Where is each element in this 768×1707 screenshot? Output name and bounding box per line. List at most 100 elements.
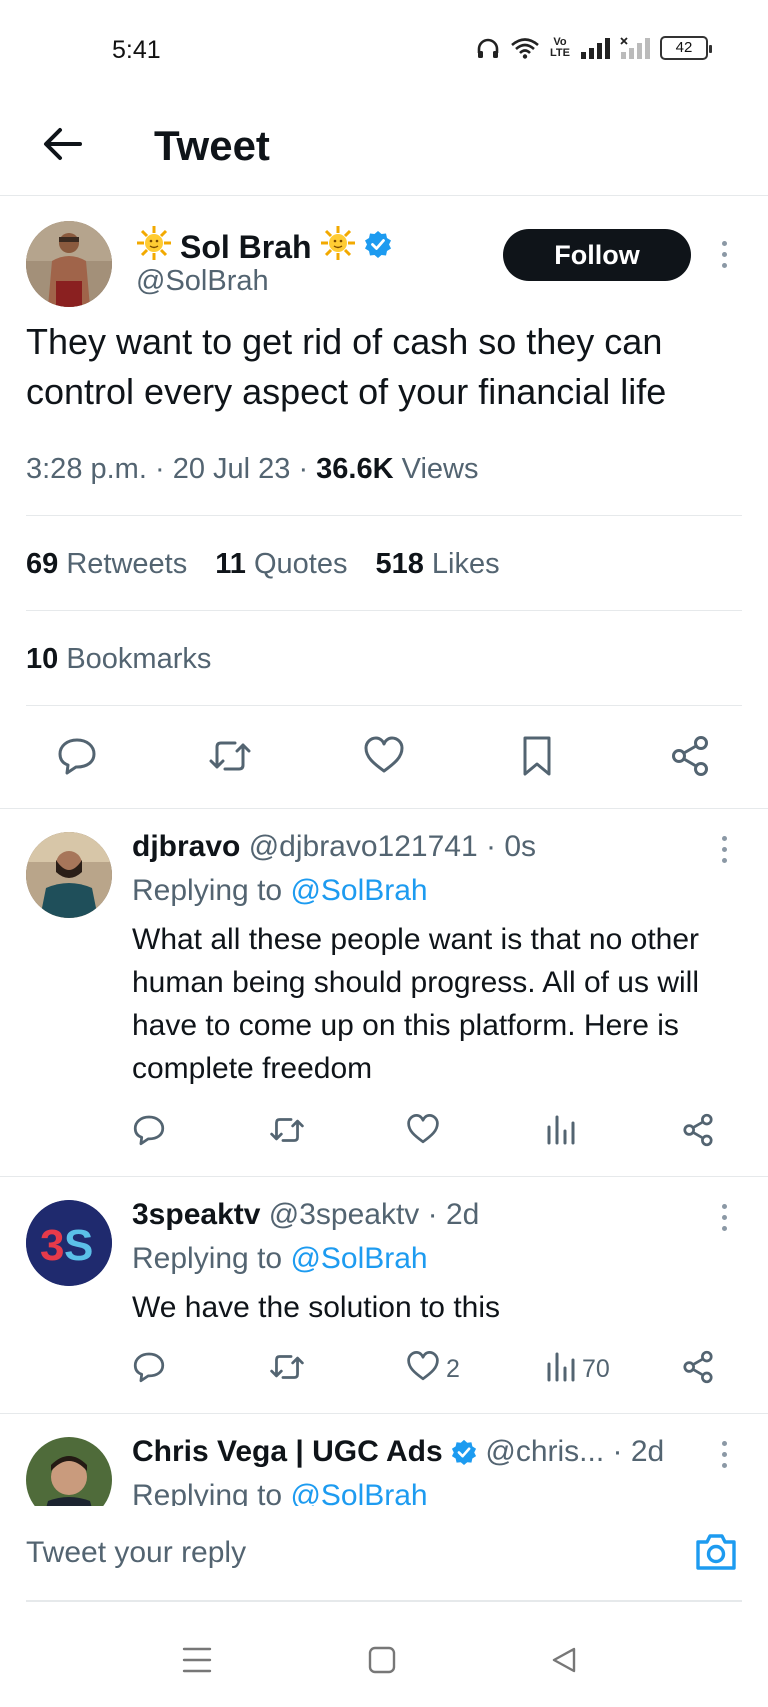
reply-composer: Tweet your reply [0, 1506, 768, 1606]
replying-to-link[interactable]: @SolBrah [290, 1242, 427, 1275]
divider [26, 705, 742, 706]
reply-handle[interactable]: @chris... [485, 1435, 604, 1468]
reply-handle[interactable]: @3speaktv [269, 1198, 420, 1231]
reply-author-name[interactable]: djbravo [132, 830, 240, 863]
retweet-icon[interactable] [207, 735, 253, 777]
views-icon[interactable] [546, 1113, 576, 1145]
wifi-icon [510, 37, 540, 59]
more-options-icon[interactable] [714, 1441, 734, 1468]
replying-label: Replying to [132, 874, 283, 907]
views-label: Views [401, 453, 479, 485]
reply-actions: 2 70 [132, 1350, 732, 1390]
signal-icon [580, 37, 610, 59]
quotes-label: Quotes [253, 548, 348, 580]
volte-indicator: Vo LTE [550, 37, 570, 59]
svg-text:3: 3 [40, 1221, 64, 1270]
reply-tweet[interactable]: djbravo @djbravo121741 · 0s Replying to … [0, 808, 768, 1176]
replying-to: Replying to @SolBrah [132, 1242, 428, 1276]
retweet-icon[interactable] [268, 1350, 306, 1384]
battery-icon: 42 [660, 36, 712, 60]
arrow-left-icon [42, 127, 82, 166]
quotes-count: 11 [215, 548, 246, 580]
system-nav-bar [0, 1606, 768, 1707]
retweets-stat[interactable]: 69 Retweets [26, 548, 187, 581]
reply-icon[interactable] [132, 1350, 166, 1384]
verified-badge-icon [451, 1439, 477, 1473]
avatar[interactable] [26, 1437, 112, 1506]
tweet-meta: 3:28 p.m. · 20 Jul 23 · 36.6K Views [26, 453, 479, 485]
more-options-icon[interactable] [714, 1204, 734, 1231]
retweets-count: 69 [26, 548, 59, 580]
home-icon[interactable] [368, 1646, 396, 1679]
status-time: 5:41 [112, 36, 161, 64]
share-icon[interactable] [670, 735, 710, 777]
reply-input-underline [26, 1600, 742, 1602]
reply-header: 3speaktv @3speaktv · 2d [132, 1198, 480, 1231]
avatar[interactable]: 3S [26, 1200, 112, 1286]
svg-text:S: S [64, 1221, 93, 1270]
back-nav-icon[interactable] [550, 1646, 578, 1679]
reply-header: djbravo @djbravo121741 · 0s [132, 830, 537, 863]
quotes-stat[interactable]: 11 Quotes [215, 548, 347, 581]
tweet-text: They want to get rid of cash so they can… [26, 321, 667, 412]
more-options-icon[interactable] [714, 241, 734, 268]
verified-badge-icon [364, 229, 392, 266]
reply-input[interactable]: Tweet your reply [26, 1536, 246, 1570]
replying-to: Replying to @SolBrah [132, 1479, 428, 1506]
like-icon [406, 1350, 440, 1389]
camera-icon[interactable] [694, 1532, 738, 1577]
replying-to: Replying to @SolBrah [132, 874, 428, 908]
views-count: 70 [582, 1355, 610, 1383]
replying-label: Replying to [132, 1242, 283, 1275]
reply-text: What all these people want is that no ot… [132, 923, 700, 1085]
reply-age: 2d [630, 1435, 665, 1468]
bookmarks-count: 10 [26, 643, 59, 675]
author-line[interactable]: Sol Brah [136, 225, 392, 269]
replying-to-link[interactable]: @SolBrah [290, 1479, 427, 1506]
reply-tweet[interactable]: 3S 3speaktv @3speaktv · 2d Replying to @… [0, 1176, 768, 1413]
sun-icon [320, 225, 356, 269]
avatar[interactable] [26, 832, 112, 918]
like-icon[interactable] [363, 735, 405, 775]
reply-header: Chris Vega | UGC Ads @chris... · 2d [132, 1435, 664, 1473]
reply-icon[interactable] [56, 735, 98, 777]
retweets-label: Retweets [66, 548, 188, 580]
bookmarks-stat[interactable]: 10 Bookmarks [26, 643, 211, 676]
share-icon[interactable] [682, 1350, 714, 1384]
status-bar: 5:41 Vo LTE 42 [0, 0, 768, 100]
reply-age: 0s [504, 830, 537, 863]
bookmark-icon[interactable] [520, 735, 554, 777]
reply-tweet[interactable]: Chris Vega | UGC Ads @chris... · 2d Repl… [0, 1413, 768, 1506]
back-button[interactable] [38, 122, 86, 170]
signal-weak-icon [620, 37, 650, 59]
sun-icon [136, 225, 172, 269]
volte-bottom: LTE [550, 47, 570, 59]
replying-to-link[interactable]: @SolBrah [290, 874, 427, 907]
retweet-icon[interactable] [268, 1113, 306, 1147]
reply-handle[interactable]: @djbravo121741 [249, 830, 478, 863]
like-count: 2 [446, 1355, 460, 1383]
views-count: 36.6K [316, 453, 394, 485]
replying-label: Replying to [132, 1479, 283, 1506]
headphones-icon [476, 37, 500, 59]
reply-icon[interactable] [132, 1113, 166, 1147]
likes-label: Likes [431, 548, 500, 580]
reply-age: 2d [445, 1198, 480, 1231]
like-button[interactable]: 2 [406, 1350, 460, 1389]
share-icon[interactable] [682, 1113, 714, 1147]
avatar[interactable] [26, 221, 112, 307]
status-icons: Vo LTE 42 [476, 36, 712, 60]
divider [26, 515, 742, 516]
views-button[interactable]: 70 [546, 1350, 610, 1389]
like-icon[interactable] [406, 1113, 440, 1145]
author-handle[interactable]: @SolBrah [136, 265, 269, 298]
menu-icon[interactable] [182, 1646, 212, 1679]
reply-author-name[interactable]: 3speaktv [132, 1198, 260, 1231]
likes-stat[interactable]: 518 Likes [375, 548, 499, 581]
reply-author-name[interactable]: Chris Vega | UGC Ads [132, 1435, 443, 1468]
more-options-icon[interactable] [714, 836, 734, 863]
author-name: Sol Brah [180, 228, 312, 265]
reply-text: We have the solution to this [132, 1291, 500, 1324]
tweet-time: 3:28 p.m. [26, 453, 147, 485]
follow-button[interactable]: Follow [503, 229, 691, 281]
